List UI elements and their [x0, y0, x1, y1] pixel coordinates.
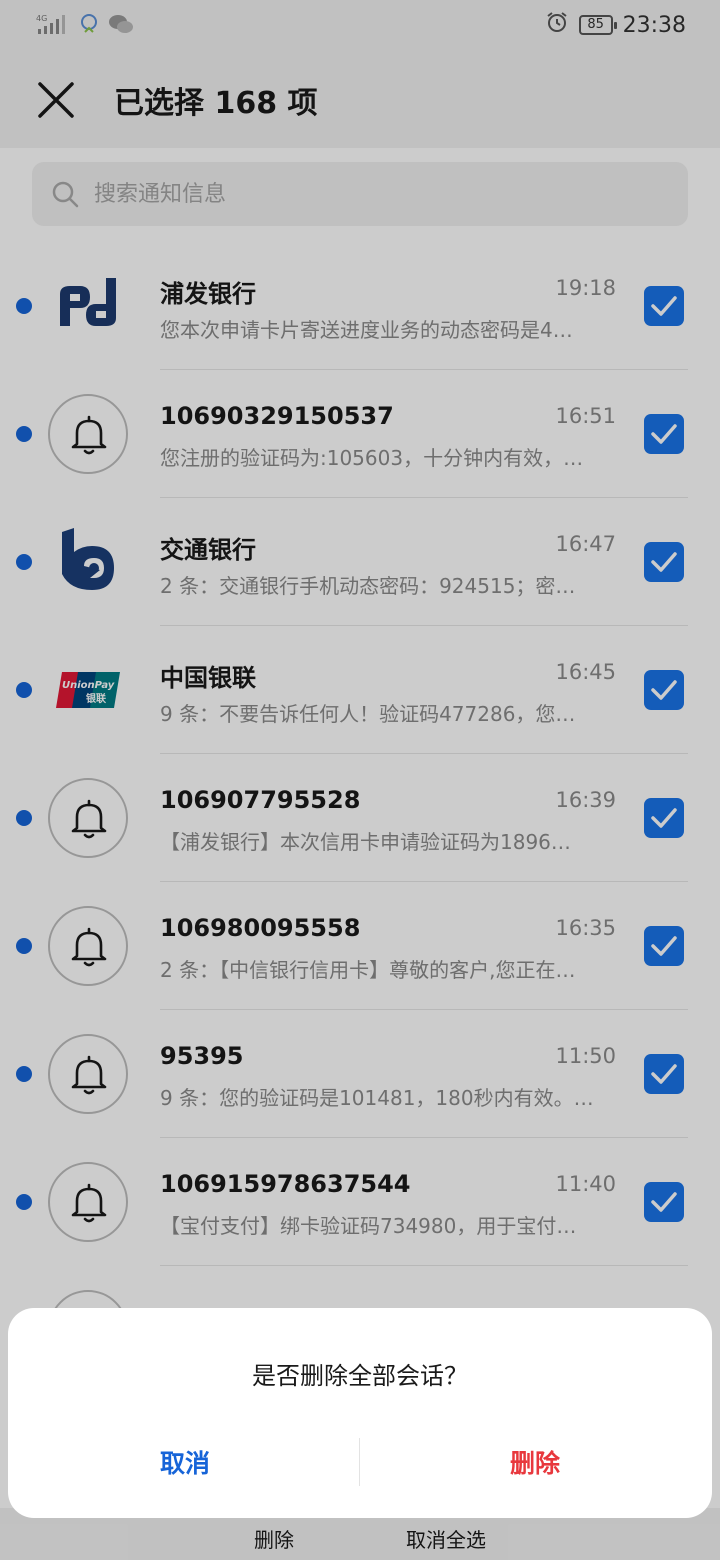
delete-button[interactable]: 删除 [360, 1436, 710, 1492]
messages-selection-screen: 4G 85 23:38 已选择 168 项 搜索通知信息 浦发银行 19:18 … [0, 0, 720, 1560]
dialog-message: 是否删除全部会话？ [252, 1362, 468, 1390]
cancel-button[interactable]: 取消 [10, 1436, 360, 1492]
delete-confirm-dialog: 是否删除全部会话？ 取消 删除 [8, 1308, 712, 1518]
